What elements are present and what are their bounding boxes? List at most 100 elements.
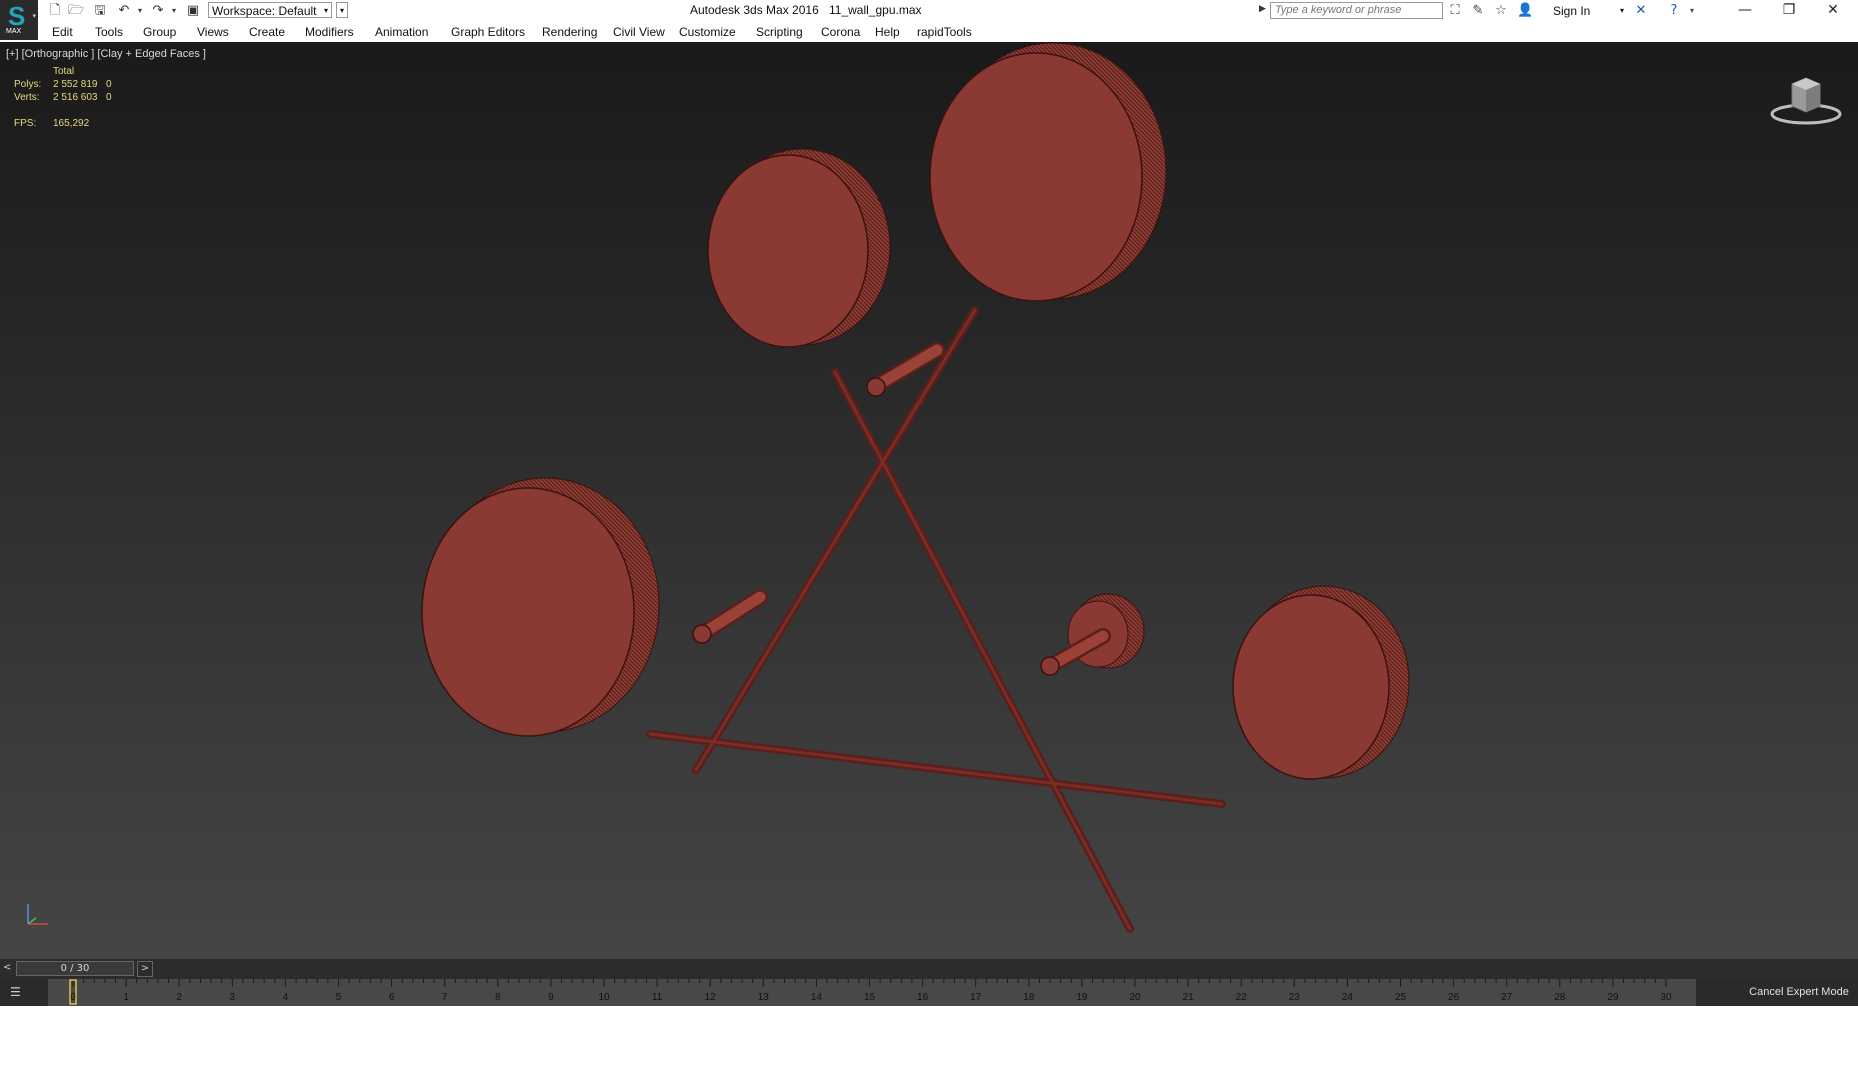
close-button[interactable]: ✕	[1811, 0, 1855, 22]
chevron-down-icon: ▾	[323, 6, 328, 15]
ruler-tick-label: 23	[1289, 992, 1301, 1003]
frame-ruler-ticks[interactable]: 0 1 2 3 4 5 6 7 8 9 10 11 12 13 14 15 16 17 18 19 20 21 22 23 24…	[48, 979, 1696, 1006]
menu-graph-editors[interactable]: Graph Editors	[451, 25, 525, 39]
ruler-tick-label: 16	[917, 992, 929, 1003]
minimize-button[interactable]: —	[1723, 0, 1767, 22]
workspace-dropdown[interactable]: Workspace: Default ▾	[208, 2, 332, 18]
time-slider-bar: < 0 / 30 >	[0, 959, 1858, 979]
stats-verts-label: Verts:	[14, 92, 40, 103]
stats-header: Total	[53, 66, 75, 77]
stats-verts-value: 2 516 603	[53, 92, 98, 103]
chevron-down-icon[interactable]: ▾	[1620, 6, 1624, 15]
menu-help[interactable]: Help	[875, 25, 900, 39]
window-padding	[0, 1006, 1858, 1080]
ruler-tick-label: 22	[1236, 992, 1248, 1003]
stats-verts-selected: 0	[106, 92, 112, 103]
max-logo-icon: S	[8, 1, 26, 31]
frame-ruler[interactable]: 0 1 2 3 4 5 6 7 8 9 10 11 12 13 14 15 16 17 18 19 20 21 22 23 24…	[48, 979, 1696, 1006]
menu-edit[interactable]: Edit	[52, 25, 73, 39]
expand-search-icon[interactable]: ▶	[1259, 4, 1266, 14]
user-icon[interactable]: 👤	[1517, 3, 1533, 19]
ruler-tick-label: 28	[1554, 992, 1566, 1003]
ruler-tick-label: 10	[598, 992, 610, 1003]
menu-scripting[interactable]: Scripting	[756, 25, 803, 39]
ruler-tick-label: 7	[442, 992, 448, 1003]
new-file-icon[interactable]: 🗋	[47, 3, 63, 19]
ruler-tick-label: 20	[1129, 992, 1141, 1003]
menu-corona[interactable]: Corona	[821, 25, 860, 39]
next-frame-button[interactable]: >	[137, 961, 153, 977]
ruler-tick-label: 5	[336, 992, 342, 1003]
ruler-tick-label: 1	[123, 992, 129, 1003]
ruler-tick-label: 29	[1607, 992, 1619, 1003]
ruler-tick-label: 30	[1660, 992, 1672, 1003]
timeline: ☰ 0 1 2 3 4 5 6 7 8 9 10 11 12 13 14 15 16 17 18 19 20 21 22 23…	[0, 979, 1858, 1006]
scene-render[interactable]	[0, 42, 1858, 959]
disc-top-right	[929, 42, 1167, 302]
help-dropdown-icon[interactable]: ▾	[1684, 3, 1700, 19]
stats-polys-selected: 0	[106, 79, 112, 90]
menu-tools[interactable]: Tools	[95, 25, 123, 39]
help-icon[interactable]: ?	[1666, 3, 1682, 19]
menu-rendering[interactable]: Rendering	[542, 25, 597, 39]
ruler-tick-label: 6	[389, 992, 395, 1003]
project-folder-icon[interactable]: ▣	[185, 3, 201, 19]
window-title: Autodesk 3ds Max 2016	[690, 3, 819, 17]
file-name: 11_wall_gpu.max	[829, 3, 922, 17]
ruler-tick-label: 27	[1501, 992, 1513, 1003]
save-icon[interactable]: 🖫	[92, 3, 108, 19]
stats-fps-label: FPS:	[14, 118, 37, 129]
ruler-tick-label: 13	[758, 992, 770, 1003]
ruler-tick-label: 21	[1183, 992, 1195, 1003]
redo-dropdown-icon[interactable]: ▾	[166, 3, 182, 19]
menu-bar: Edit Tools Group Views Create Modifiers …	[38, 22, 1858, 41]
menu-customize[interactable]: Customize	[679, 25, 736, 39]
ruler-tick-label: 9	[548, 992, 554, 1003]
ruler-tick-label: 14	[811, 992, 823, 1003]
subscription-icon[interactable]: ✎	[1470, 3, 1486, 19]
open-file-icon[interactable]: 🗁	[68, 3, 84, 19]
sign-in-button[interactable]: Sign In	[1553, 4, 1590, 18]
ruler-tick-label: 8	[495, 992, 501, 1003]
menu-modifiers[interactable]: Modifiers	[305, 25, 354, 39]
menu-rapidtools[interactable]: rapidTools	[917, 25, 972, 39]
favorites-star-icon[interactable]: ☆	[1493, 3, 1509, 19]
customize-quick-access-button[interactable]: ▾	[336, 2, 348, 18]
time-slider[interactable]: 0 / 30	[16, 961, 134, 976]
viewport-orthographic[interactable]: [+] [Orthographic ] [Clay + Edged Faces …	[0, 42, 1858, 959]
ruler-tick-label: 11	[652, 992, 663, 1003]
undo-dropdown-icon[interactable]: ▾	[132, 3, 148, 19]
disc-bottom-right	[1232, 585, 1410, 780]
disc-top-left	[707, 148, 891, 348]
chevron-down-icon: ▾	[32, 12, 36, 20]
track-bar-toggle-icon[interactable]: ☰	[10, 985, 28, 999]
disc-bottom-left	[421, 477, 660, 737]
stats-fps-value: 165,292	[53, 118, 90, 129]
redo-icon[interactable]: ↷	[150, 3, 166, 19]
stats-polys-label: Polys:	[14, 79, 42, 90]
app-menu-button[interactable]: S MAX ▾	[0, 0, 38, 40]
stats-polys-value: 2 552 819	[53, 79, 98, 90]
prev-frame-button[interactable]: <	[3, 962, 11, 973]
ruler-tick-label: 24	[1342, 992, 1354, 1003]
menu-create[interactable]: Create	[249, 25, 285, 39]
ruler-tick-label: 26	[1448, 992, 1460, 1003]
ruler-tick-label: 2	[176, 992, 182, 1003]
ruler-tick-label: 12	[705, 992, 717, 1003]
cancel-expert-mode-button[interactable]: Cancel Expert Mode	[1740, 979, 1858, 1006]
menu-civil-view[interactable]: Civil View	[613, 25, 665, 39]
workspace-label: Workspace: Default	[212, 4, 317, 18]
undo-icon[interactable]: ↶	[116, 3, 132, 19]
ruler-tick-label: 25	[1395, 992, 1407, 1003]
viewcube-icon[interactable]	[1768, 72, 1844, 128]
restore-button[interactable]: ❐	[1767, 0, 1811, 22]
menu-views[interactable]: Views	[197, 25, 229, 39]
binoculars-icon[interactable]: ⛶	[1447, 3, 1463, 19]
app-logo-text: MAX	[6, 28, 22, 35]
menu-group[interactable]: Group	[143, 25, 176, 39]
search-input[interactable]: Type a keyword or phrase	[1270, 2, 1443, 19]
viewport-label[interactable]: [+] [Orthographic ] [Clay + Edged Faces …	[6, 48, 206, 60]
menu-animation[interactable]: Animation	[375, 25, 428, 39]
title-bar: S MAX ▾ 🗋 🗁 🖫 ↶ ▾ ↷ ▾ ▣ Workspace: Defau…	[0, 0, 1858, 40]
exchange-apps-icon[interactable]: ✕	[1633, 3, 1649, 19]
